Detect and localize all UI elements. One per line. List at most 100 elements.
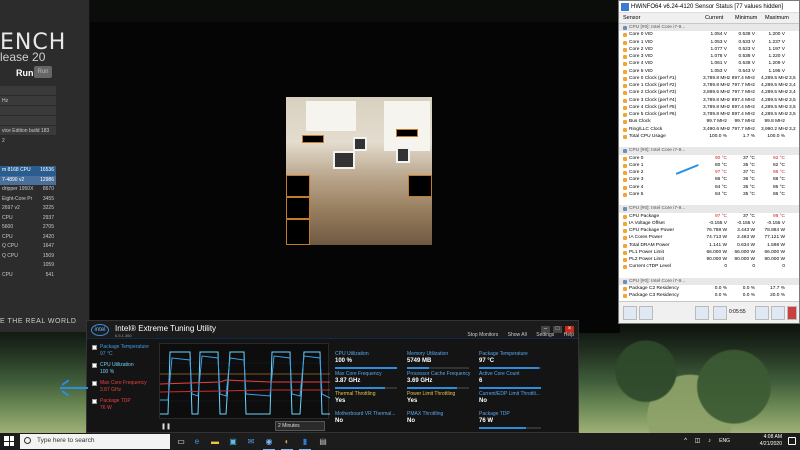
- settings-button[interactable]: Settings: [536, 332, 554, 338]
- cinebench-taskbar-icon[interactable]: ◐: [280, 435, 294, 450]
- sensor-row[interactable]: CPU Package Power 76.788 W 3.443 W 78.88…: [619, 227, 799, 234]
- sensor-row[interactable]: Current cTDP Level 0 0 0: [619, 263, 799, 270]
- column-sensor[interactable]: Sensor: [623, 13, 640, 24]
- xtu-taskbar-icon[interactable]: ▮: [298, 435, 312, 450]
- stop-monitors-button[interactable]: Stop Monitors: [467, 332, 498, 338]
- sensor-row[interactable]: IA Voltage Offset -0.155 V -0.155 V -0.1…: [619, 220, 799, 227]
- ranking-row[interactable]: Q CPU 1647: [0, 242, 56, 252]
- close-icon[interactable]: [787, 306, 797, 320]
- sensor-row[interactable]: Core 0 Clock (perf #1) 3,789.8 MHz 897.4…: [619, 75, 799, 82]
- sensor-row[interactable]: Core 0 90 °C 37 °C 92 °C: [619, 155, 799, 162]
- show-all-button[interactable]: Show All: [508, 332, 527, 338]
- ranking-row[interactable]: Eight-Core Pr 3455: [0, 195, 56, 205]
- sensor-row[interactable]: Core 4 VID 1.061 V 0.538 V 1.209 V: [619, 60, 799, 67]
- sensor-row[interactable]: Core 4 84 °C 35 °C 86 °C: [619, 184, 799, 191]
- sensor-maximum: 1.197 V: [768, 46, 785, 52]
- sensor-row[interactable]: Ring/LLC Clock 3,490.6 MHz 797.7 MHz 3,9…: [619, 126, 799, 133]
- hwinfo-taskbar-icon[interactable]: ◉: [262, 435, 276, 450]
- monitor-legend-item[interactable]: CPU Utilization 100 %: [91, 361, 159, 378]
- stat-value: No: [479, 398, 487, 404]
- sensor-row[interactable]: Core 4 Clock (perf #5) 3,789.8 MHz 897.4…: [619, 104, 799, 111]
- sensor-row[interactable]: Core 2 97 °C 37 °C 98 °C: [619, 169, 799, 176]
- sensor-row[interactable]: Core 3 Clock (perf #4) 3,789.8 MHz 897.4…: [619, 97, 799, 104]
- ranking-row[interactable]: CPU 2937: [0, 214, 56, 224]
- duration-select[interactable]: 2 Minutes: [275, 421, 325, 431]
- stat-label: CPU Utilization: [335, 351, 369, 357]
- taskbar-search[interactable]: Type here to search: [20, 434, 170, 449]
- tray-icons[interactable]: ^ ◫ ♪: [684, 437, 714, 444]
- sensor-row[interactable]: [619, 140, 799, 147]
- sensor-row[interactable]: PL2 Power Limit 90.000 W 90.000 W 90.000…: [619, 256, 799, 263]
- ranking-row[interactable]: 1059: [0, 261, 56, 271]
- sensor-row[interactable]: Core 2 Clock (perf #3) 3,889.5 MHz 797.7…: [619, 89, 799, 96]
- app-taskbar-icon[interactable]: ▤: [316, 435, 330, 448]
- cpu-run-button[interactable]: Run: [34, 66, 52, 78]
- ranking-row[interactable]: 2697 v2 3225: [0, 204, 56, 214]
- sensor-row[interactable]: Core 1 Clock (perf #2) 3,789.8 MHz 797.7…: [619, 82, 799, 89]
- monitor-checkbox[interactable]: [92, 399, 97, 404]
- ranking-row[interactable]: m 8168 CPU 16536: [0, 166, 56, 176]
- windows-start-icon[interactable]: [4, 436, 14, 446]
- xtu-titlebar[interactable]: intel Intel® Extreme Tuning Utility 6.5.…: [87, 321, 578, 339]
- nav-forward-button[interactable]: [639, 306, 653, 320]
- sensor-row[interactable]: Core 5 VID 1.053 V 0.543 V 1.195 V: [619, 68, 799, 75]
- sensor-row[interactable]: Core 2 VID 1.077 V 0.523 V 1.197 V: [619, 46, 799, 53]
- hwinfo-titlebar[interactable]: HWiNFO64 v6.24-4120 Sensor Status [77 va…: [619, 1, 799, 13]
- mail-icon[interactable]: ✉: [244, 435, 258, 448]
- edge-icon[interactable]: e: [190, 435, 204, 448]
- ranking-row[interactable]: CPU 2420: [0, 233, 56, 243]
- sensor-row[interactable]: Total DRAM Power 1.141 W 0.634 W 1.598 W: [619, 242, 799, 249]
- column-minimum[interactable]: Minimum: [735, 13, 757, 24]
- monitor-legend-item[interactable]: Package TDP 76 W: [91, 397, 159, 414]
- settings-icon[interactable]: [755, 306, 769, 320]
- annotation-arrow: [60, 387, 88, 389]
- sensor-group-row[interactable]: CPU [#0]: Intel Core i7-9...: [619, 205, 799, 213]
- sensor-group-row[interactable]: CPU [#0]: Intel Core i7-9...: [619, 277, 799, 285]
- sensor-row[interactable]: Package C2 Residency 0.0 % 0.0 % 17.7 %: [619, 285, 799, 292]
- monitor-value: 97 °C: [100, 351, 113, 357]
- sensor-row[interactable]: [619, 271, 799, 278]
- sensor-row[interactable]: Core 0 VID 1.054 V 0.538 V 1.200 V: [619, 31, 799, 38]
- monitor-legend-item[interactable]: Package Temperature 97 °C: [91, 343, 159, 360]
- sensor-row[interactable]: Bus Clock 99.7 MHz 99.7 MHz 99.8 MHz: [619, 118, 799, 125]
- sensor-group-row[interactable]: CPU [#0]: Intel Core i7-9...: [619, 24, 799, 32]
- ranking-row[interactable]: dripper 1950X 8670: [0, 185, 56, 195]
- reset-icon[interactable]: [771, 306, 785, 320]
- sensor-row[interactable]: Core 3 VID 1.078 V 0.538 V 1.220 V: [619, 53, 799, 60]
- ranking-row[interactable]: CPU 541: [0, 271, 56, 281]
- sensor-row[interactable]: Core 1 80 °C 35 °C 82 °C: [619, 162, 799, 169]
- file-explorer-icon[interactable]: ▬: [208, 435, 222, 448]
- sensor-row[interactable]: PL1 Power Limit 66.000 W 66.000 W 66.000…: [619, 249, 799, 256]
- column-current[interactable]: Current: [705, 13, 723, 24]
- sensor-row[interactable]: IA Cores Power 74.713 W 2.463 W 77.121 W: [619, 234, 799, 241]
- monitor-checkbox[interactable]: [92, 363, 97, 368]
- sensor-row[interactable]: Total CPU Usage 100.0 % 1.7 % 100.0 %: [619, 133, 799, 140]
- sensor-row[interactable]: CPU Package 97 °C 37 °C 98 °C: [619, 213, 799, 220]
- task-view-icon[interactable]: ▭: [174, 435, 188, 448]
- nav-back-button[interactable]: [623, 306, 637, 320]
- pause-icon[interactable]: ❚❚: [161, 423, 171, 430]
- hwinfo-sensor-list[interactable]: CPU [#0]: Intel Core i7-9... Core 0 VID …: [619, 24, 799, 302]
- network-icon[interactable]: [695, 306, 709, 320]
- monitor-checkbox[interactable]: [92, 381, 97, 386]
- ranking-row[interactable]: Q CPU 1509: [0, 252, 56, 262]
- sensor-row[interactable]: Core 5 84 °C 35 °C 86 °C: [619, 191, 799, 198]
- language-indicator[interactable]: ENG: [719, 438, 730, 444]
- sensor-row[interactable]: [619, 198, 799, 205]
- monitor-legend-item[interactable]: Max Core Frequency 3.87 GHz: [91, 379, 159, 396]
- sensor-current: 1.061 V: [710, 61, 727, 67]
- help-button[interactable]: Help: [564, 332, 574, 338]
- sensor-row[interactable]: Core 3 86 °C 36 °C 88 °C: [619, 176, 799, 183]
- notification-icon[interactable]: [788, 437, 796, 445]
- clock[interactable]: 4:08 AM 4/21/2020: [760, 434, 782, 448]
- ranking-row[interactable]: 7-4890 v2 12986: [0, 175, 56, 185]
- column-maximum[interactable]: Maximum: [765, 13, 789, 24]
- sensor-row[interactable]: Package C3 Residency 0.0 % 0.0 % 20.0 %: [619, 292, 799, 299]
- monitor-checkbox[interactable]: [92, 345, 97, 350]
- sensor-row[interactable]: Core 5 Clock (perf #6) 3,789.8 MHz 897.4…: [619, 111, 799, 118]
- store-icon[interactable]: ▣: [226, 435, 240, 448]
- ranking-row[interactable]: 5600 2705: [0, 223, 56, 233]
- sensor-row[interactable]: Core 1 VID 1.053 V 0.533 V 1.237 V: [619, 39, 799, 46]
- sensor-group-row[interactable]: CPU [#0]: Intel Core i7-9...: [619, 147, 799, 155]
- cinebench-ranking-list: m 8168 CPU 16536 7-4890 v2 12986 dripper 195…: [0, 166, 56, 280]
